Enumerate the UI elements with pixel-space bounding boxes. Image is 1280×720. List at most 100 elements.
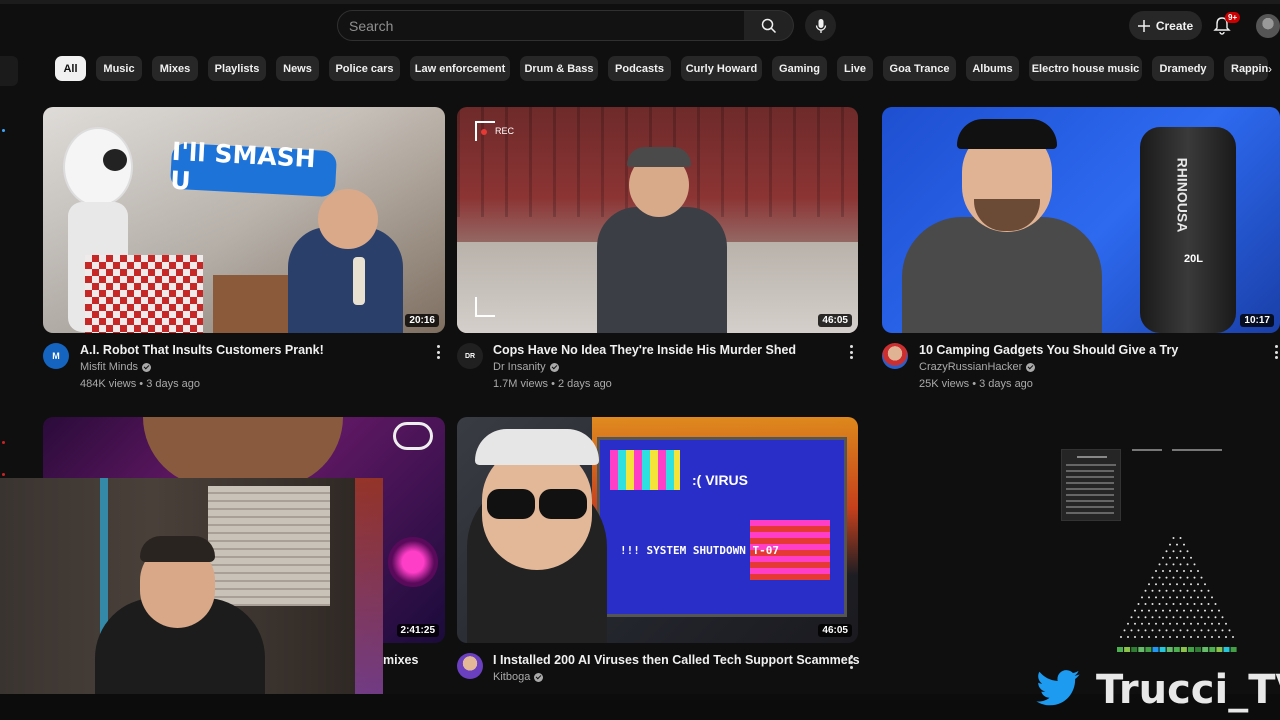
plinko-peg xyxy=(1179,603,1182,605)
video-title[interactable]: mixes xyxy=(383,653,418,667)
chip-police-cars[interactable]: Police cars xyxy=(329,56,400,81)
video-thumbnail[interactable]: REC 46:05 xyxy=(457,107,858,333)
tapestry xyxy=(355,478,383,694)
plinko-peg xyxy=(1165,589,1168,592)
chip-albums[interactable]: Albums xyxy=(966,56,1019,81)
notifications-button[interactable]: 9+ xyxy=(1213,12,1241,37)
stream-bottom-bar xyxy=(0,694,1280,720)
frame-corner xyxy=(475,297,495,317)
plinko-peg xyxy=(1183,596,1185,599)
plinko-peg xyxy=(1123,629,1126,632)
plinko-peg xyxy=(1207,616,1210,619)
chip-all[interactable]: All xyxy=(55,56,86,81)
virus-title: :( VIRUS xyxy=(692,472,748,488)
plinko-peg xyxy=(1183,570,1185,572)
more-options-icon[interactable] xyxy=(1272,345,1280,359)
video-title[interactable]: 10 Camping Gadgets You Should Give a Try xyxy=(919,343,1178,357)
plinko-peg xyxy=(1162,583,1164,586)
plinko-peg xyxy=(1214,616,1217,619)
search-box[interactable] xyxy=(337,10,745,41)
chip-music[interactable]: Music xyxy=(96,56,142,81)
plinko-peg xyxy=(1211,596,1213,599)
plinko-peg xyxy=(1169,583,1171,586)
video-title[interactable]: Cops Have No Idea They're Inside His Mur… xyxy=(493,343,796,357)
more-options-icon[interactable] xyxy=(847,655,855,669)
plinko-peg xyxy=(1162,609,1164,612)
plinko-peg xyxy=(1183,556,1185,559)
channel-name[interactable]: Dr Insanity xyxy=(493,361,559,373)
channel-avatar[interactable] xyxy=(457,653,483,679)
plinko-peg xyxy=(1144,616,1147,619)
neon-light xyxy=(388,537,438,587)
notification-count-badge: 9+ xyxy=(1225,12,1241,23)
plinko-peg xyxy=(1179,537,1182,539)
chips-next-button[interactable]: › xyxy=(1268,56,1280,81)
plinko-slot xyxy=(1131,647,1138,652)
video-title[interactable]: A.I. Robot That Insults Customers Prank! xyxy=(80,343,324,357)
video-thumbnail[interactable]: :( VIRUS !!! SYSTEM SHUTDOWN T-07 46:05 xyxy=(457,417,858,643)
plinko-slot xyxy=(1216,647,1223,652)
plinko-peg xyxy=(1186,550,1189,553)
plinko-peg xyxy=(1190,596,1192,599)
chip-rapping[interactable]: Rapping xyxy=(1224,56,1268,81)
plinko-peg xyxy=(1190,622,1192,625)
channel-name[interactable]: Kitboga xyxy=(493,671,544,683)
stats-widget xyxy=(1132,449,1162,459)
plinko-peg xyxy=(1141,609,1143,612)
chip-live[interactable]: Live xyxy=(837,56,873,81)
chip-mixes[interactable]: Mixes xyxy=(152,56,198,81)
channel-name[interactable]: CrazyRussianHacker xyxy=(919,361,1036,373)
chip-playlists[interactable]: Playlists xyxy=(208,56,266,81)
plinko-peg xyxy=(1190,609,1192,612)
more-options-icon[interactable] xyxy=(434,345,442,359)
chip-podcasts[interactable]: Podcasts xyxy=(608,56,671,81)
plinko-peg xyxy=(1218,609,1220,612)
plinko-peg xyxy=(1193,589,1196,592)
video-thumbnail[interactable]: RHINOUSA 20L 10:17 xyxy=(882,107,1280,333)
plinko-peg xyxy=(1186,629,1189,632)
plinko-peg xyxy=(1179,563,1182,566)
plinko-peg xyxy=(1169,636,1171,638)
voice-search-button[interactable] xyxy=(805,10,836,41)
bottle xyxy=(353,257,365,305)
channel-name[interactable]: Misfit Minds xyxy=(80,361,152,373)
plinko-peg xyxy=(1172,589,1175,592)
plinko-peg xyxy=(1158,616,1161,619)
plinko-peg xyxy=(1218,622,1220,625)
plinko-peg xyxy=(1179,576,1182,579)
chip-electro-house-music[interactable]: Electro house music xyxy=(1029,56,1142,81)
plinko-peg xyxy=(1225,622,1227,625)
plinko-slot xyxy=(1173,647,1180,652)
person-shirt xyxy=(597,207,727,333)
plinko-slot xyxy=(1124,647,1131,652)
chip-gaming[interactable]: Gaming xyxy=(772,56,827,81)
edge-indicator xyxy=(2,441,5,444)
chip-dramedy[interactable]: Dramedy xyxy=(1152,56,1214,81)
chip-news[interactable]: News xyxy=(276,56,319,81)
plinko-peg xyxy=(1155,583,1157,586)
plinko-peg xyxy=(1134,622,1136,625)
plinko-peg xyxy=(1151,589,1154,592)
account-avatar[interactable] xyxy=(1256,14,1280,38)
search-button[interactable] xyxy=(744,10,794,41)
more-options-icon[interactable] xyxy=(847,345,855,359)
video-duration: 2:41:25 xyxy=(396,624,439,637)
video-thumbnail[interactable]: I'll SMASH U 20:16 xyxy=(43,107,445,333)
channel-avatar[interactable]: M xyxy=(43,343,69,369)
plinko-slot xyxy=(1188,647,1194,652)
create-button[interactable]: Create xyxy=(1129,11,1202,40)
plinko-peg xyxy=(1200,603,1203,605)
verified-check-icon xyxy=(142,362,152,372)
search-input[interactable] xyxy=(338,11,744,40)
booth-seat xyxy=(213,275,293,333)
plinko-peg xyxy=(1228,629,1231,632)
chip-curly-howard[interactable]: Curly Howard xyxy=(681,56,762,81)
channel-avatar[interactable]: DR xyxy=(457,343,483,369)
chip-law-enforcement[interactable]: Law enforcement xyxy=(410,56,510,81)
plinko-slot xyxy=(1223,647,1230,652)
plinko-peg xyxy=(1137,603,1140,605)
chip-drum-and-bass[interactable]: Drum & Bass xyxy=(520,56,598,81)
channel-avatar[interactable] xyxy=(882,343,908,369)
chip-goa-trance[interactable]: Goa Trance xyxy=(883,56,956,81)
video-title[interactable]: I Installed 200 AI Viruses then Called T… xyxy=(493,653,860,667)
